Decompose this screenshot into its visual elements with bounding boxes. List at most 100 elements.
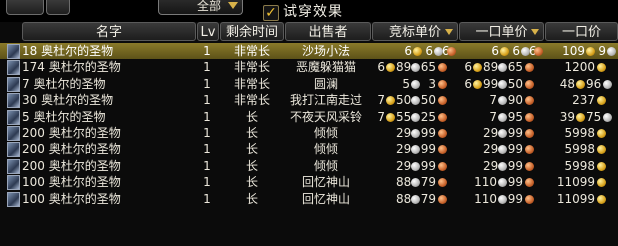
item-icon <box>7 109 20 125</box>
seller-name: 圆澜 <box>313 76 338 91</box>
table-row[interactable]: 30 奥杜尔的圣物 1 非常长 我打江南走过 7 50 50 7 90 237 <box>0 92 618 109</box>
header-level[interactable]: Lv <box>197 22 219 41</box>
header-bid-unit[interactable]: 竞标单价 <box>372 22 458 41</box>
silver-coin-icon <box>498 96 507 106</box>
table-row[interactable]: 200 奥杜尔的圣物 1 长 倾倾 29 99 29 99 5998 <box>0 141 618 158</box>
table-row[interactable]: 174 奥杜尔的圣物 1 非常长 恶魔躲猫猫 6 89 65 6 89 65 1… <box>0 59 618 76</box>
seller-name: 沙场小法 <box>301 44 350 58</box>
copper-amount: 79 <box>420 191 436 206</box>
item-name: 7 奥杜尔的圣物 <box>22 76 106 91</box>
header-name[interactable]: 名字 <box>22 22 196 41</box>
silver-amount: 29 <box>396 125 412 140</box>
table-row[interactable]: 200 奥杜尔的圣物 1 长 倾倾 29 99 29 99 5998 <box>0 158 618 174</box>
copper-coin-icon <box>525 194 534 204</box>
tryon-checkbox[interactable]: ✓ <box>263 5 279 21</box>
silver-amount: 96 <box>586 76 602 91</box>
category-dropdown[interactable]: 全部 <box>158 0 243 15</box>
table-row[interactable]: 18 奥杜尔的圣物 1 非常长 沙场小法 6 6 6 6 6 6 109 9 <box>0 43 618 60</box>
copper-amount: 99 <box>507 158 523 173</box>
silver-coin-icon <box>411 128 420 138</box>
gold-amount: 237 <box>572 93 595 108</box>
item-name: 18 奥杜尔的圣物 <box>22 44 114 58</box>
copper-coin-icon <box>438 161 447 171</box>
silver-coin-icon <box>411 63 420 73</box>
item-icon <box>7 76 20 92</box>
gold-coin-icon <box>413 47 422 56</box>
gold-coin-icon <box>597 96 606 106</box>
chevron-down-icon <box>228 2 238 9</box>
silver-coin-icon <box>498 128 507 138</box>
header-seller[interactable]: 出售者 <box>285 22 371 41</box>
header-time-left[interactable]: 剩余时间 <box>220 22 284 41</box>
copper-coin-icon <box>534 47 543 56</box>
silver-coin-icon <box>411 145 420 155</box>
silver-amount: 5 <box>402 76 410 91</box>
silver-amount: 6 <box>512 44 520 58</box>
header-seller-label: 出售者 <box>308 25 348 40</box>
item-level: 1 <box>203 93 211 108</box>
copper-amount: 99 <box>420 142 436 157</box>
item-icon <box>7 158 20 174</box>
silver-amount: 55 <box>396 109 412 124</box>
item-level: 1 <box>203 158 211 173</box>
copper-coin-icon <box>438 79 447 89</box>
seller-name: 回忆神山 <box>301 175 350 190</box>
seller-name: 倾倾 <box>313 125 338 140</box>
gold-coin-icon <box>597 128 606 138</box>
silver-amount: 29 <box>483 158 499 173</box>
silver-coin-icon <box>411 79 420 89</box>
gold-amount: 6 <box>491 44 499 58</box>
copper-amount: 79 <box>420 175 436 190</box>
gold-coin-icon <box>597 194 606 204</box>
time-left: 非常长 <box>233 44 270 58</box>
silver-coin-icon <box>498 178 507 188</box>
column-headers: 名字 Lv 剩余时间 出售者 竞标单价 一口单价 一口价 <box>0 22 618 42</box>
header-level-label: Lv <box>200 25 216 40</box>
header-buyout-unit[interactable]: 一口单价 <box>459 22 544 41</box>
copper-coin-icon <box>525 63 534 73</box>
silver-amount: 89 <box>396 60 412 75</box>
item-name: 30 奥杜尔的圣物 <box>22 93 114 108</box>
time-left: 长 <box>245 109 258 124</box>
item-level: 1 <box>203 109 211 124</box>
silver-amount: 6 <box>425 44 433 58</box>
level-min-input[interactable] <box>6 0 44 15</box>
gold-coin-icon <box>576 112 585 122</box>
header-name-label: 名字 <box>95 25 122 40</box>
item-level: 1 <box>203 175 211 190</box>
item-name: 174 奥杜尔的圣物 <box>22 60 121 75</box>
item-name: 100 奥杜尔的圣物 <box>22 175 121 190</box>
gold-coin-icon <box>473 63 482 73</box>
item-level: 1 <box>203 60 211 75</box>
copper-coin-icon <box>438 112 447 122</box>
silver-amount: 89 <box>483 60 499 75</box>
silver-amount: 7 <box>489 93 497 108</box>
gold-coin-icon <box>586 47 595 56</box>
table-row[interactable]: 5 奥杜尔的圣物 1 长 不夜天风采铃 7 55 25 7 95 39 75 <box>0 109 618 125</box>
gold-coin-icon <box>386 96 395 106</box>
copper-coin-icon <box>438 63 447 73</box>
silver-coin-icon <box>411 161 420 171</box>
table-row[interactable]: 200 奥杜尔的圣物 1 长 倾倾 29 99 29 99 5998 <box>0 125 618 141</box>
copper-coin-icon <box>438 128 447 138</box>
silver-amount: 110 <box>474 191 497 206</box>
item-level: 1 <box>203 191 211 206</box>
item-icon <box>7 125 20 141</box>
time-left: 长 <box>245 142 258 157</box>
item-icon <box>7 60 20 76</box>
item-icon <box>7 93 20 109</box>
gold-coin-icon <box>473 79 482 89</box>
table-row[interactable]: 100 奥杜尔的圣物 1 长 回忆神山 88 79 110 99 11099 <box>0 174 618 191</box>
table-row[interactable]: 100 奥杜尔的圣物 1 长 回忆神山 88 79 110 99 11099 <box>0 191 618 207</box>
gold-amount: 11099 <box>556 191 595 206</box>
silver-coin-icon <box>411 96 420 106</box>
silver-amount: 29 <box>396 142 412 157</box>
item-icon <box>7 44 20 59</box>
auction-list: 18 奥杜尔的圣物 1 非常长 沙场小法 6 6 6 6 6 6 109 9 1… <box>0 43 618 207</box>
item-icon <box>7 142 20 158</box>
table-row[interactable]: 7 奥杜尔的圣物 1 非常长 圆澜 5 3 6 99 50 48 96 <box>0 76 618 92</box>
level-max-input[interactable] <box>46 0 70 15</box>
top-toolbar: 全部 ✓ 试穿效果 <box>0 0 618 22</box>
seller-name: 恶魔躲猫猫 <box>295 60 356 75</box>
header-buyout[interactable]: 一口价 <box>545 22 618 41</box>
